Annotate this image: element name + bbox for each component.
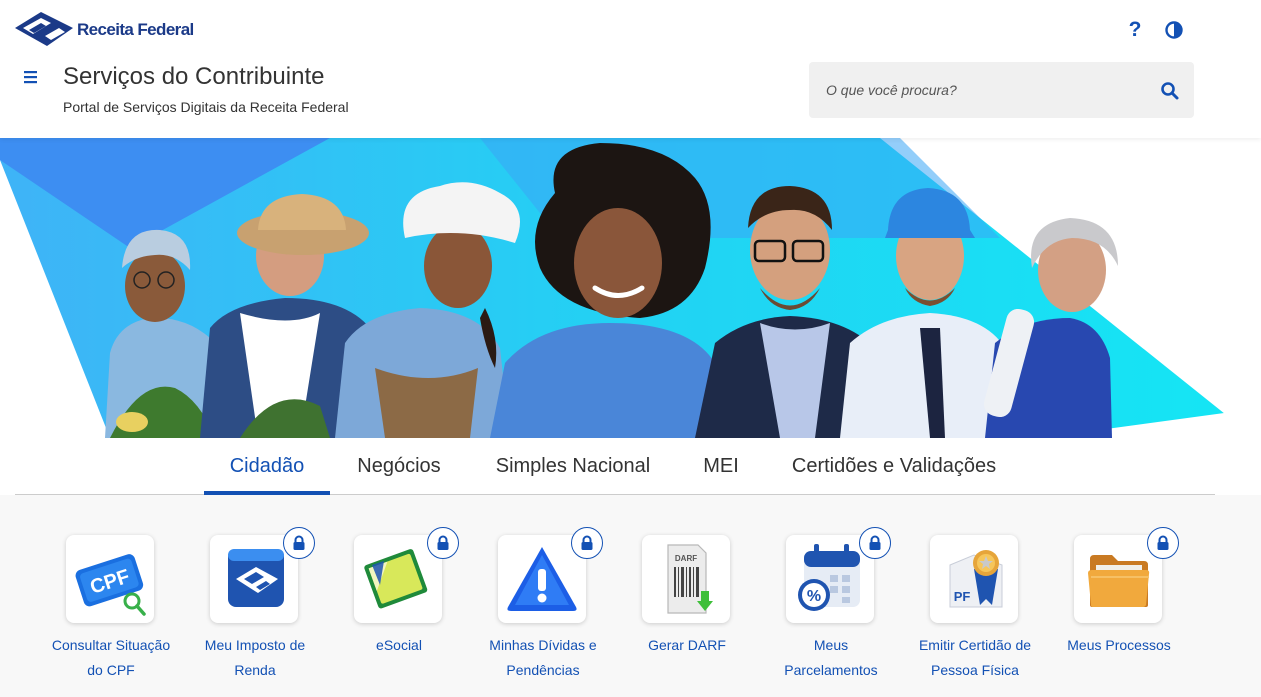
darf-download-icon: DARF xyxy=(642,535,730,623)
hero-banner-image xyxy=(0,138,1261,438)
search-input[interactable] xyxy=(809,62,1149,118)
services-grid: CPF Consultar Situação do CPF Meu Impost… xyxy=(0,495,1261,697)
tab-certidoes-e-validacoes[interactable]: Certidões e Validações xyxy=(781,438,1007,494)
service-label: Minhas Dívidas e Pendências xyxy=(489,637,597,678)
service-label: Gerar DARF xyxy=(648,637,726,653)
header: Receita Federal ? Serviços do Contribuin… xyxy=(0,0,1261,138)
contrast-icon[interactable] xyxy=(1164,20,1184,40)
service-gerar-darf[interactable]: DARF Gerar DARF xyxy=(615,495,759,697)
lock-icon xyxy=(427,527,459,559)
tab-mei[interactable]: MEI xyxy=(695,438,747,494)
help-icon[interactable]: ? xyxy=(1124,18,1146,42)
service-label: eSocial xyxy=(376,637,422,653)
tab-simples-nacional[interactable]: Simples Nacional xyxy=(483,438,663,494)
service-consultar-cpf[interactable]: CPF Consultar Situação do CPF xyxy=(39,495,183,697)
search-icon[interactable] xyxy=(1159,80,1181,102)
search-box xyxy=(809,62,1194,118)
hero-banner xyxy=(0,138,1261,438)
menu-icon[interactable] xyxy=(22,69,40,85)
lock-icon xyxy=(283,527,315,559)
cpf-icon: CPF xyxy=(66,535,154,623)
lock-icon xyxy=(859,527,891,559)
service-meus-processos[interactable]: Meus Processos xyxy=(1047,495,1191,697)
svg-text:DARF: DARF xyxy=(675,554,697,563)
service-meus-parcelamentos[interactable]: % Meus Parcelamentos xyxy=(759,495,903,697)
lock-icon xyxy=(571,527,603,559)
service-meu-imposto-de-renda[interactable]: Meu Imposto de Renda xyxy=(183,495,327,697)
service-minhas-dividas-e-pendencias[interactable]: Minhas Dívidas e Pendências xyxy=(471,495,615,697)
service-label: Emitir Certidão de Pessoa Física xyxy=(918,637,1032,678)
service-label: Consultar Situação do CPF xyxy=(51,637,171,678)
logo-text: Receita Federal xyxy=(77,20,194,39)
receita-federal-logo[interactable]: Receita Federal xyxy=(15,10,194,50)
service-emitir-certidao-pessoa-fisica[interactable]: PF Emitir Certidão de Pessoa Física xyxy=(903,495,1047,697)
service-esocial[interactable]: eSocial xyxy=(327,495,471,697)
page-title: Serviços do Contribuinte xyxy=(63,63,325,90)
page-subtitle: Portal de Serviços Digitais da Receita F… xyxy=(63,99,349,115)
svg-text:%: % xyxy=(807,588,821,605)
service-label: Meus Parcelamentos xyxy=(784,637,878,678)
tab-cidadao[interactable]: Cidadão xyxy=(204,438,330,495)
receita-federal-logo-icon xyxy=(15,12,73,46)
category-tabs: Cidadão Negócios Simples Nacional MEI Ce… xyxy=(15,438,1215,495)
tab-negocios[interactable]: Negócios xyxy=(347,438,451,494)
lock-icon xyxy=(1147,527,1179,559)
service-label: Meus Processos xyxy=(1067,637,1171,653)
svg-text:PF: PF xyxy=(954,589,971,604)
certificate-pf-icon: PF xyxy=(930,535,1018,623)
service-label: Meu Imposto de Renda xyxy=(204,637,306,678)
